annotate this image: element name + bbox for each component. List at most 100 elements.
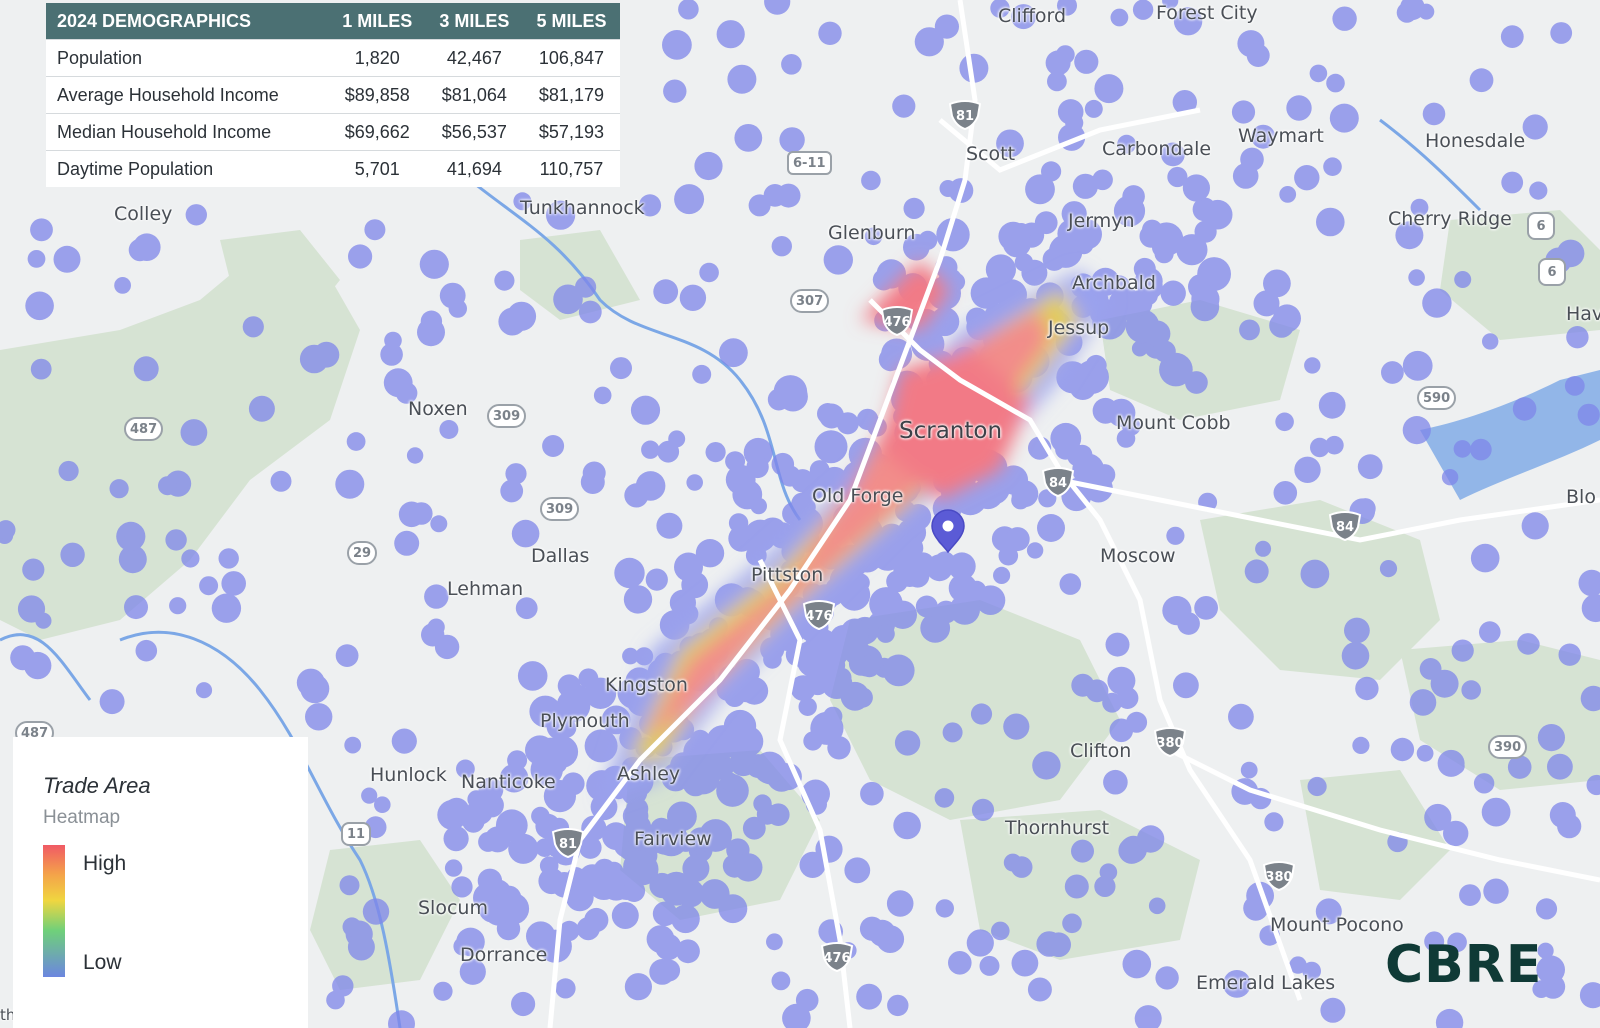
heat-dot <box>906 564 930 588</box>
heat-dot <box>406 447 424 464</box>
table-row: Daytime Population 5,701 41,694 110,757 <box>46 150 620 187</box>
heat-dot <box>305 703 333 731</box>
heat-dot <box>542 435 565 457</box>
heat-dot <box>22 558 45 581</box>
heat-dot <box>1344 617 1370 644</box>
heat-dot <box>1026 542 1044 559</box>
heat-dot <box>836 412 859 435</box>
heat-dot <box>1390 737 1415 762</box>
heat-dot <box>1402 350 1433 381</box>
heat-dot <box>180 419 208 446</box>
heat-dot <box>766 933 783 951</box>
heat-dot <box>624 483 649 508</box>
heat-dot <box>1155 966 1179 990</box>
heat-dot <box>1512 397 1537 421</box>
place-label-clifton: Clifton <box>1070 740 1132 762</box>
heat-dot <box>1481 797 1511 827</box>
heat-dot <box>515 597 538 620</box>
place-label-waymart: Waymart <box>1238 125 1324 147</box>
heat-dot <box>1228 703 1254 730</box>
heat-dot <box>1231 100 1256 124</box>
heat-dot <box>856 983 882 1010</box>
heat-dot <box>1566 326 1589 349</box>
heat-dot <box>1240 147 1264 172</box>
heat-dot <box>339 875 360 896</box>
heat-dot <box>1122 185 1145 208</box>
heat-dot <box>296 668 325 697</box>
heat-dot <box>1244 559 1269 584</box>
heat-dot <box>1059 573 1082 595</box>
heat-dot <box>1309 64 1328 83</box>
place-label-pittston: Pittston <box>751 564 824 586</box>
heat-dot <box>935 899 954 918</box>
heat-dot <box>348 244 373 269</box>
row-value-3-miles: 42,467 <box>425 39 523 77</box>
heat-dot <box>767 803 790 826</box>
heat-dot <box>1294 456 1321 483</box>
heat-dot <box>484 826 511 853</box>
heat-dot <box>1422 288 1452 318</box>
heat-dot <box>122 533 141 551</box>
heat-dot <box>1027 977 1052 1002</box>
heat-dot <box>380 343 403 366</box>
heat-dot <box>719 338 748 368</box>
heat-dot <box>892 94 916 118</box>
place-label-scott: Scott <box>966 143 1016 165</box>
heat-dot <box>133 233 161 261</box>
heat-dot <box>903 197 925 219</box>
heat-dot <box>555 978 576 999</box>
heat-dot <box>185 204 207 226</box>
heat-dot <box>165 529 187 551</box>
heat-dot <box>1479 621 1501 643</box>
heat-dot <box>1300 559 1330 589</box>
heat-dot <box>998 465 1029 495</box>
row-value-3-miles: $56,537 <box>425 113 523 151</box>
heat-dot <box>346 432 366 451</box>
heat-dot <box>1320 997 1346 1023</box>
row-value-5-miles: 106,847 <box>522 39 620 77</box>
route-6-shield-b: 6 <box>1538 258 1566 286</box>
heat-dot <box>1240 761 1258 779</box>
heat-dot <box>1160 280 1186 306</box>
heat-dot <box>1316 207 1345 237</box>
heat-dot <box>622 879 646 903</box>
heat-dot <box>781 54 802 75</box>
heat-dot <box>553 284 583 315</box>
heat-dot <box>135 639 158 662</box>
heat-dot <box>1500 25 1524 48</box>
heat-dot <box>971 798 995 822</box>
row-label: Average Household Income <box>46 76 329 114</box>
heat-dot <box>218 548 239 569</box>
heat-dot <box>1451 639 1474 662</box>
heat-dot <box>610 357 632 380</box>
heat-dot <box>1577 403 1600 426</box>
heat-dot <box>1408 269 1425 286</box>
heat-dot <box>24 651 52 680</box>
heat-dot <box>420 310 443 332</box>
demographics-table: 2024 DEMOGRAPHICS 1 MILES 3 MILES 5 MILE… <box>46 3 620 187</box>
heat-dot <box>1352 736 1370 755</box>
heat-dot <box>433 981 453 1001</box>
heat-dot <box>439 282 466 309</box>
interstate-81-south-shield: 81 <box>551 828 585 858</box>
row-label: Daytime Population <box>46 150 329 187</box>
row-value-1-mile: $89,858 <box>328 76 426 114</box>
heat-dot <box>1441 469 1459 486</box>
place-label-emerald-lakes: Emerald Lakes <box>1196 972 1336 994</box>
heat-dot <box>699 262 719 283</box>
heat-dot <box>810 711 844 745</box>
heat-dot <box>374 796 391 813</box>
heat-dot <box>99 689 125 715</box>
heat-dot <box>1549 802 1576 828</box>
heat-dot <box>858 655 881 678</box>
heat-dot <box>30 218 53 242</box>
heat-dot <box>1109 718 1134 743</box>
interstate-476-north-shield: 476 <box>880 306 914 336</box>
heat-dot <box>998 545 1019 566</box>
heat-dot <box>578 300 602 324</box>
heat-dot <box>1025 174 1055 205</box>
heat-dot <box>728 513 749 533</box>
place-label-cherry-ridge: Cherry Ridge <box>1388 208 1512 230</box>
heat-dot <box>972 477 1004 510</box>
heat-dot <box>763 184 787 207</box>
